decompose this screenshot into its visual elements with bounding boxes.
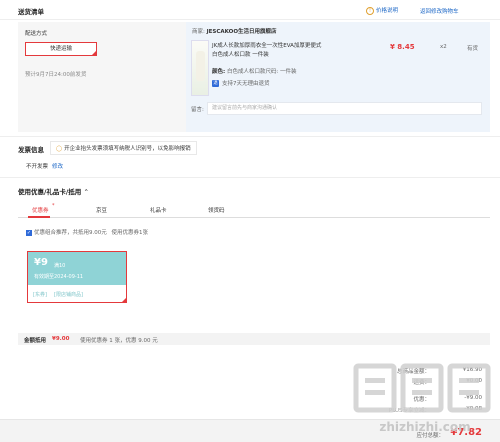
invoice-tip: ◯ 开企业抬头发票须填写纳税人识别号，以免影响报销 [50,141,197,155]
invoice-tip-text: 开企业抬头发票须填写纳税人识别号，以免影响报销 [64,146,191,152]
message-label: 留言: [191,107,204,113]
combo-row: ✓ 优惠组合推荐，共抵用9.00元 使用优惠券1张 [26,228,148,236]
tab-coupons[interactable]: 优惠券 [32,206,49,214]
coupon-tag-dongquan: [东券] [33,292,47,298]
watermark-logo-icon [353,363,491,413]
invoice-title: 发票信息 [18,146,44,154]
coupon-total-value: ¥9.00 [52,336,70,342]
return-support-text: 支持7天无理由退货 [222,81,270,87]
coupon-selected-corner-icon [121,297,127,303]
coupon-condition: 满10 [54,263,66,269]
tab-jingdou[interactable]: 京豆 [96,206,107,214]
info-icon: ! [366,6,374,15]
coupon-total-desc: 使用优惠券 1 张，优惠 9.00 元 [80,338,158,344]
new-dot-icon: * [52,203,55,209]
seller-name[interactable]: JESCAKOO生活日用旗舰店 [207,29,277,35]
price-info-label: 价格说明 [376,8,399,14]
product-name-line2[interactable]: 白色成人松口款 一件装 [212,50,269,58]
message-input[interactable]: 建议留言前先与商家沟通确认 [207,102,482,115]
return-icon: 退 [212,80,219,87]
product-thumbnail[interactable] [191,40,209,96]
watermark-text: zhizhizhi.com [379,420,471,434]
coupon-tag-store: [限店铺商品] [54,292,83,298]
seller-label: 商家: [192,29,205,35]
tab-pickup-code[interactable]: 领货码 [208,206,225,214]
site-watermark: zhizhizhi.com [350,360,500,434]
invoice-status: 不开发票 [26,164,49,170]
coupons-title-text: 使用优惠/礼品卡/抵用 [18,188,82,196]
coupon-expiry: 有效期至2024-09-11 [34,274,84,280]
combo-link[interactable]: 使用优惠券1张 [112,230,149,236]
coupon-tabs: 优惠券 * 京豆 礼品卡 领货码 [18,202,490,218]
coupon-total-label: 金额抵用 [24,338,47,344]
product-qty: x2 [440,44,447,50]
delivery-eta: 预计9月7日24:00前发货 [25,72,87,78]
chevron-up-icon: ⌃ [83,188,89,196]
coupons-title[interactable]: 使用优惠/礼品卡/抵用 ⌃ [18,186,89,196]
message-placeholder: 建议留言前先与商家沟通确认 [212,105,278,111]
product-attrs: 颜色: 白色成人松口款尺码: 一件装 [212,67,297,75]
section-divider [0,177,500,178]
coupon-total-bar: 金额抵用 ¥9.00 使用优惠券 1 张，优惠 9.00 元 [18,333,490,345]
seller-row: 商家: JESCAKOO生活日用旗舰店 [192,27,277,35]
product-name-line1[interactable]: JK成人长款加厚雨衣全一次性EVA加厚更便式 [212,41,321,49]
color-value: 白色成人松口款尺码: 一件装 [226,69,297,75]
item-panel [186,22,490,132]
express-shipping-button[interactable]: 快递运输 [25,42,97,56]
delivery-method-label: 配送方式 [25,31,48,37]
combo-text: 优惠组合推荐，共抵用9.00元 [34,230,107,236]
shipping-list-header: 送货清单 ! 价格说明 返回修改购物车 [0,0,500,20]
checkbox-checked-icon[interactable]: ✓ [26,229,32,236]
back-to-cart-link[interactable]: 返回修改购物车 [420,7,459,15]
lightbulb-icon: ◯ [56,146,63,152]
coupon-card[interactable]: ¥9 满10 有效期至2024-09-11 [东券] [限店铺商品] [27,251,127,303]
tab-gift-card[interactable]: 礼品卡 [150,206,167,214]
color-label: 颜色: [212,69,226,75]
coupon-amount: ¥9 [34,257,48,268]
product-price: ¥ 8.45 [390,43,415,51]
return-support: 退支持7天无理由退货 [212,79,270,87]
active-tab-indicator [28,216,50,218]
stock-status: 有货 [467,46,479,52]
section-divider [0,136,500,137]
selected-corner-icon [91,50,97,56]
price-info-link[interactable]: ! 价格说明 [366,6,398,15]
raincoat-image [196,51,205,81]
invoice-edit-link[interactable]: 修改 [52,162,63,170]
express-shipping-label: 快递运输 [49,46,72,52]
shipping-list-title: 送货清单 [18,8,44,16]
